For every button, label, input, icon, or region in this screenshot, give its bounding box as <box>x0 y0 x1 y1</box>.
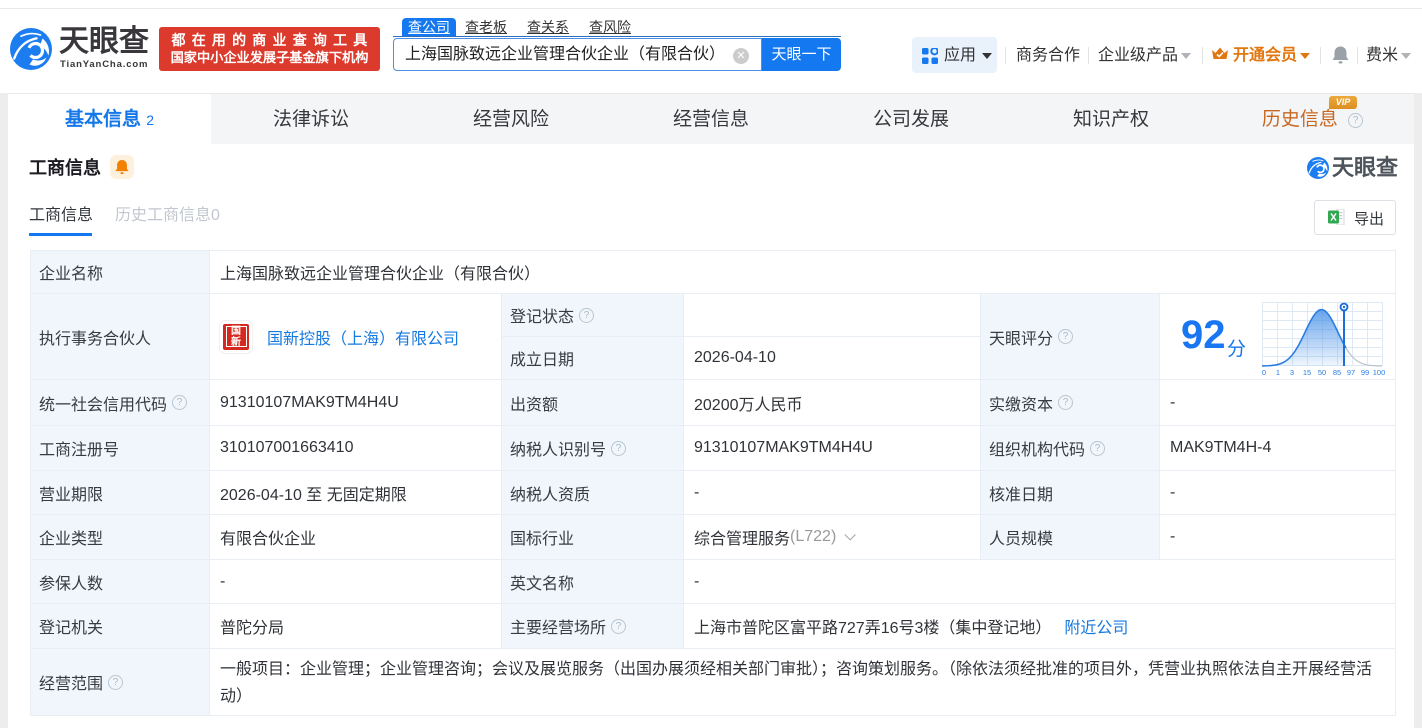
svg-text:100: 100 <box>1373 368 1386 376</box>
svg-text:0: 0 <box>1262 368 1266 376</box>
svg-text:85: 85 <box>1333 368 1341 376</box>
svg-text:99: 99 <box>1361 368 1369 376</box>
svg-text:15: 15 <box>1303 368 1311 376</box>
svg-text:97: 97 <box>1347 368 1355 376</box>
svg-text:50: 50 <box>1318 368 1326 376</box>
svg-text:1: 1 <box>1276 368 1280 376</box>
svg-text:3: 3 <box>1290 368 1294 376</box>
